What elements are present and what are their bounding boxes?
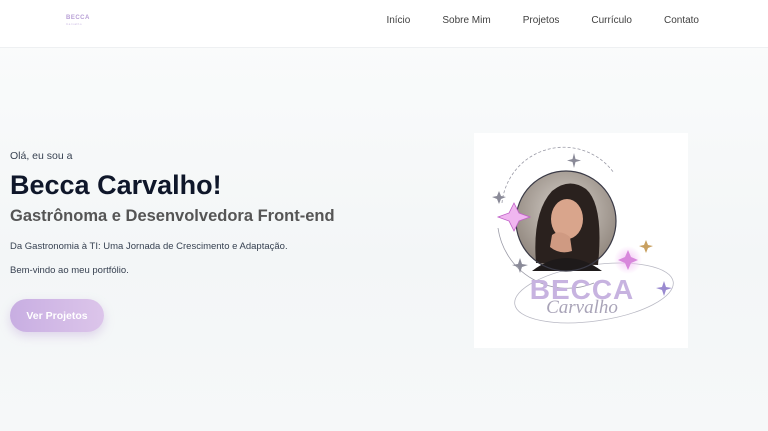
hero-name: Becca Carvalho! xyxy=(10,170,222,200)
hero-description: Da Gastronomia à TI: Uma Jornada de Cres… xyxy=(10,241,288,252)
hero-section: Olá, eu sou a Becca Carvalho! Gastrônoma… xyxy=(10,150,430,276)
profile-logo-art: BECCA Carvalho xyxy=(492,146,674,324)
view-projects-button[interactable]: Ver Projetos xyxy=(10,299,104,332)
nav-item-projetos[interactable]: Projetos xyxy=(523,15,560,26)
nav-menu: Início Sobre Mim Projetos Currículo Cont… xyxy=(386,15,699,26)
nav-item-curriculo[interactable]: Currículo xyxy=(591,15,632,26)
profile-photo xyxy=(515,170,617,272)
nav-item-contato[interactable]: Contato xyxy=(664,15,699,26)
logo-art-script: Carvalho xyxy=(546,297,618,318)
hero-subtitle: Gastrônoma e Desenvolvedora Front-end xyxy=(10,207,335,225)
nav-item-inicio[interactable]: Início xyxy=(386,15,410,26)
logo-subtext: Carvalho xyxy=(66,22,83,26)
profile-card: BECCA Carvalho xyxy=(474,133,688,348)
navbar: BECCA Carvalho Início Sobre Mim Projetos… xyxy=(0,0,768,48)
hero-greeting: Olá, eu sou a xyxy=(10,150,73,162)
site-logo[interactable]: BECCA Carvalho xyxy=(66,15,90,27)
hero-welcome: Bem-vindo ao meu portfólio. xyxy=(10,265,129,276)
nav-item-sobre-mim[interactable]: Sobre Mim xyxy=(442,15,490,26)
